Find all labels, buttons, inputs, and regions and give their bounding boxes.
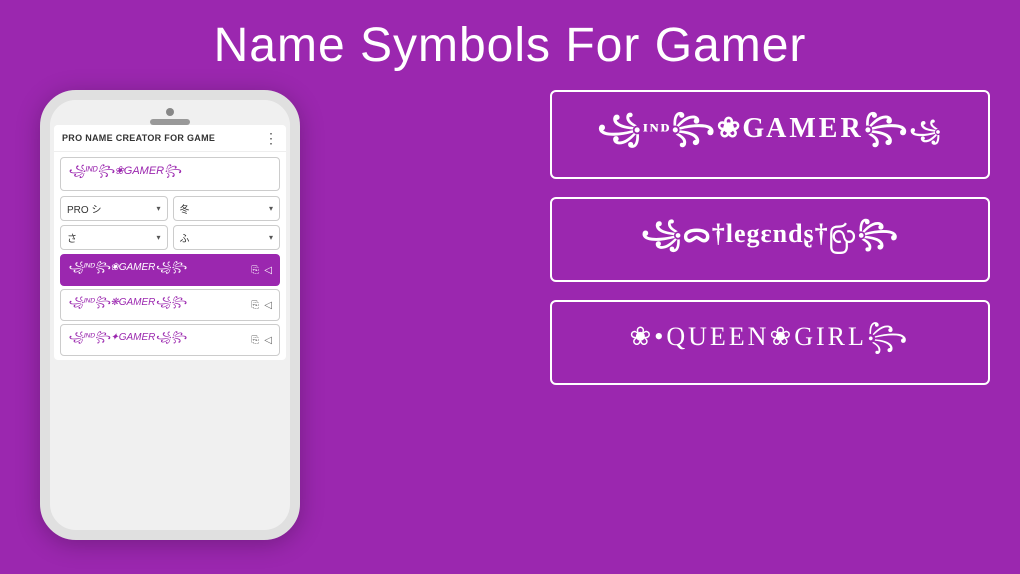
dropdown-symbol2[interactable]: さ ▾ <box>60 225 168 250</box>
gamer-text-2: ꧁ᯅ†legɛndʂ†ꩺ꧂ <box>641 213 899 266</box>
dropdowns-row-2: さ ▾ ふ ▾ <box>60 225 280 250</box>
dots-menu-icon[interactable]: ⋮ <box>264 131 278 145</box>
gamer-text-1: ꧁ᴵᴺᴰ꧂❀GAMER꧂꧁ <box>597 106 942 163</box>
dropdown-symbol1-arrow: ▾ <box>269 204 273 213</box>
phone-mockup: PRO NAME CREATOR FOR GAME ⋮ ꧁ᴵᴺᴰ꧂❀GAMER꧂… <box>40 90 320 550</box>
result-row-3: ꧁ᴵᴺᴰ꧂✦GAMER꧁꧂ ⎘ ◁ <box>60 324 280 356</box>
result-icons-3: ⎘ ◁ <box>251 335 272 346</box>
copy-icon-1[interactable]: ⎘ <box>251 265 259 276</box>
dropdown-symbol2-label: さ <box>67 230 77 245</box>
result-text-3: ꧁ᴵᴺᴰ꧂✦GAMER꧁꧂ <box>68 330 187 350</box>
result-icons-2: ⎘ ◁ <box>251 300 272 311</box>
result-row-2: ꧁ᴵᴺᴰ꧂❋GAMER꧁꧂ ⎘ ◁ <box>60 289 280 321</box>
dropdown-prefix[interactable]: PRO シ ▾ <box>60 196 168 221</box>
dropdown-symbol3[interactable]: ふ ▾ <box>173 225 281 250</box>
dropdown-prefix-arrow: ▾ <box>156 204 160 213</box>
result-icons-1: ⎘ ◁ <box>251 265 272 276</box>
result-row-1: ꧁ᴵᴺᴰ꧂❀GAMER꧁꧂ ⎘ ◁ <box>60 254 280 286</box>
result-text-1: ꧁ᴵᴺᴰ꧂❀GAMER꧁꧂ <box>68 260 187 280</box>
phone-camera-icon <box>166 108 174 116</box>
gamer-box-3: ❀•QUEEN❀GIRL꧂ <box>550 300 990 385</box>
name-input[interactable]: ꧁ᴵᴺᴰ꧂❀GAMER꧂ <box>60 157 280 191</box>
dropdown-symbol2-arrow: ▾ <box>156 233 160 242</box>
phone-speaker <box>150 119 190 125</box>
gamer-box-1: ꧁ᴵᴺᴰ꧂❀GAMER꧂꧁ <box>550 90 990 179</box>
dropdown-symbol1-label: 冬 <box>180 201 190 216</box>
dropdowns-row-1: PRO シ ▾ 冬 ▾ <box>60 196 280 221</box>
share-icon-3[interactable]: ◁ <box>264 335 272 346</box>
dropdown-symbol3-label: ふ <box>180 230 190 245</box>
copy-icon-2[interactable]: ⎘ <box>251 300 259 311</box>
gamer-box-2: ꧁ᯅ†legɛndʂ†ꩺ꧂ <box>550 197 990 282</box>
dropdown-symbol1[interactable]: 冬 ▾ <box>173 196 281 221</box>
right-panel: ꧁ᴵᴺᴰ꧂❀GAMER꧂꧁ ꧁ᯅ†legɛndʂ†ꩺ꧂ ❀•QUEEN❀GIRL… <box>550 90 990 385</box>
screen-header: PRO NAME CREATOR FOR GAME ⋮ <box>54 125 286 152</box>
result-text-2: ꧁ᴵᴺᴰ꧂❋GAMER꧁꧂ <box>68 295 187 315</box>
share-icon-1[interactable]: ◁ <box>264 265 272 276</box>
copy-icon-3[interactable]: ⎘ <box>251 335 259 346</box>
results-area: ꧁ᴵᴺᴰ꧂❀GAMER꧁꧂ ⎘ ◁ ꧁ᴵᴺᴰ꧂❋GAMER꧁꧂ ⎘ ◁ ꧁ᴵᴺᴰ… <box>60 254 280 356</box>
gamer-text-3: ❀•QUEEN❀GIRL꧂ <box>629 316 910 369</box>
dropdown-symbol3-arrow: ▾ <box>269 233 273 242</box>
phone-screen: PRO NAME CREATOR FOR GAME ⋮ ꧁ᴵᴺᴰ꧂❀GAMER꧂… <box>54 125 286 360</box>
phone-top <box>50 100 290 125</box>
page-title: Name Symbols For Gamer <box>0 0 1020 73</box>
dropdown-prefix-label: PRO シ <box>67 201 101 216</box>
screen-title: PRO NAME CREATOR FOR GAME <box>62 133 215 143</box>
share-icon-2[interactable]: ◁ <box>264 300 272 311</box>
